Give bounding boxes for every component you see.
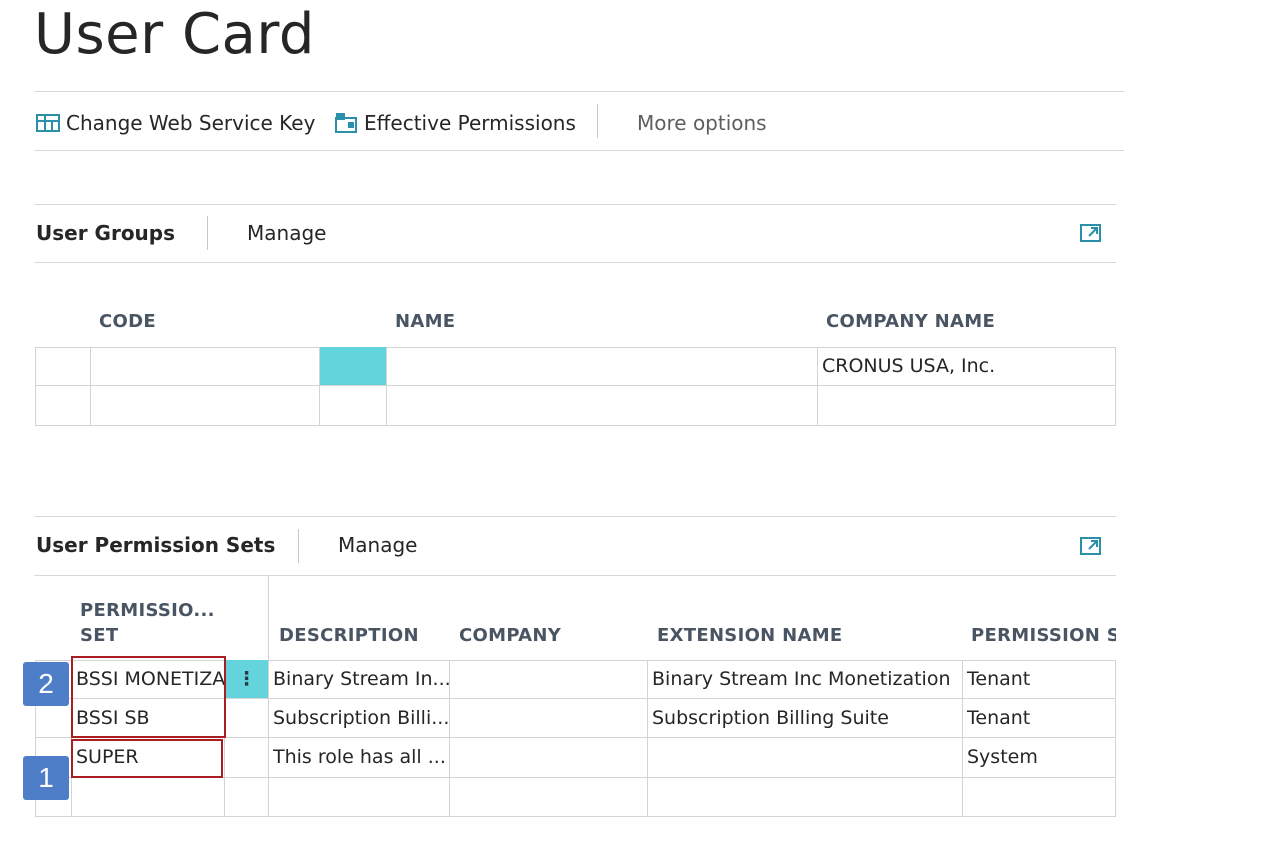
expand-icon[interactable] bbox=[1080, 536, 1102, 556]
permission-sets-top-divider bbox=[34, 516, 1116, 517]
column-header-permission-scope[interactable]: PERMISSION SC bbox=[971, 625, 1116, 646]
column-header-company[interactable]: COMPANY bbox=[459, 625, 561, 646]
page-title: User Card bbox=[34, 2, 315, 67]
column-header-permission-set-line1[interactable]: PERMISSIO... bbox=[80, 600, 215, 621]
description-cell[interactable]: Binary Stream In... bbox=[269, 660, 450, 699]
effective-permissions-button[interactable]: Effective Permissions bbox=[334, 108, 576, 138]
permission-sets-header-divider bbox=[34, 575, 1116, 576]
user-group-code-cell[interactable] bbox=[91, 386, 320, 426]
change-web-service-key-button[interactable]: Change Web Service Key bbox=[36, 108, 315, 138]
permission-sets-separator bbox=[298, 529, 299, 563]
highlight-box-bssi bbox=[71, 656, 226, 738]
column-header-description[interactable]: DESCRIPTION bbox=[279, 625, 419, 646]
permission-sets-manage-button[interactable]: Manage bbox=[338, 533, 417, 557]
row-action-cell[interactable] bbox=[320, 386, 387, 426]
company-cell[interactable] bbox=[450, 699, 648, 738]
company-cell[interactable] bbox=[450, 738, 648, 778]
frozen-column-divider bbox=[268, 576, 269, 660]
action-bar-bottom-divider bbox=[34, 150, 1124, 151]
more-options-label: More options bbox=[637, 111, 767, 135]
description-cell[interactable] bbox=[269, 778, 450, 817]
row-action-cell[interactable] bbox=[225, 699, 269, 738]
column-header-extension-name[interactable]: EXTENSION NAME bbox=[657, 625, 843, 646]
column-header-permission-set-line2[interactable]: SET bbox=[80, 625, 118, 646]
user-group-name-cell[interactable] bbox=[387, 386, 818, 426]
extension-name-cell[interactable] bbox=[648, 778, 963, 817]
permission-set-cell[interactable] bbox=[72, 778, 225, 817]
callout-badge-1: 1 bbox=[23, 756, 69, 800]
user-groups-manage-button[interactable]: Manage bbox=[247, 221, 326, 245]
permission-sets-title: User Permission Sets bbox=[36, 533, 276, 557]
permission-scope-cell[interactable]: Tenant bbox=[963, 660, 1116, 699]
callout-badge-2: 2 bbox=[23, 662, 69, 706]
row-action-cell[interactable] bbox=[225, 778, 269, 817]
permission-scope-cell[interactable]: Tenant bbox=[963, 699, 1116, 738]
user-groups-header-divider bbox=[34, 262, 1116, 263]
description-cell[interactable]: Subscription Billi... bbox=[269, 699, 450, 738]
key-grid-icon bbox=[36, 114, 60, 132]
action-separator bbox=[597, 104, 598, 138]
effective-permissions-label: Effective Permissions bbox=[364, 111, 576, 135]
row-action-cell[interactable] bbox=[225, 738, 269, 778]
user-group-name-cell[interactable] bbox=[387, 347, 818, 386]
column-header-company-name[interactable]: COMPANY NAME bbox=[826, 311, 995, 332]
permission-scope-cell[interactable] bbox=[963, 778, 1116, 817]
change-web-service-key-label: Change Web Service Key bbox=[66, 111, 316, 135]
description-cell[interactable]: This role has all ... bbox=[269, 738, 450, 778]
extension-name-cell[interactable]: Binary Stream Inc Monetization bbox=[648, 660, 963, 699]
more-options-button[interactable]: More options bbox=[637, 108, 767, 138]
column-header-name[interactable]: NAME bbox=[395, 311, 455, 332]
highlight-box-super bbox=[71, 739, 223, 778]
user-groups-separator bbox=[207, 216, 208, 250]
row-menu-icon[interactable]: ⋮ bbox=[225, 660, 269, 699]
column-header-code[interactable]: CODE bbox=[99, 311, 156, 332]
user-group-company-cell[interactable]: CRONUS USA, Inc. bbox=[818, 347, 1116, 386]
permissions-icon bbox=[335, 113, 357, 133]
user-group-company-cell[interactable] bbox=[818, 386, 1116, 426]
user-group-code-cell[interactable] bbox=[91, 347, 320, 386]
row-selector[interactable] bbox=[35, 347, 91, 386]
company-cell[interactable] bbox=[450, 660, 648, 699]
row-selector[interactable] bbox=[35, 386, 91, 426]
user-groups-title: User Groups bbox=[36, 221, 176, 245]
company-cell[interactable] bbox=[450, 778, 648, 817]
user-groups-top-divider bbox=[34, 204, 1116, 205]
expand-icon[interactable] bbox=[1080, 223, 1102, 243]
row-action-cell[interactable] bbox=[320, 347, 387, 386]
permission-scope-cell[interactable]: System bbox=[963, 738, 1116, 778]
extension-name-cell[interactable] bbox=[648, 738, 963, 778]
extension-name-cell[interactable]: Subscription Billing Suite bbox=[648, 699, 963, 738]
action-bar-top-divider bbox=[34, 91, 1124, 92]
